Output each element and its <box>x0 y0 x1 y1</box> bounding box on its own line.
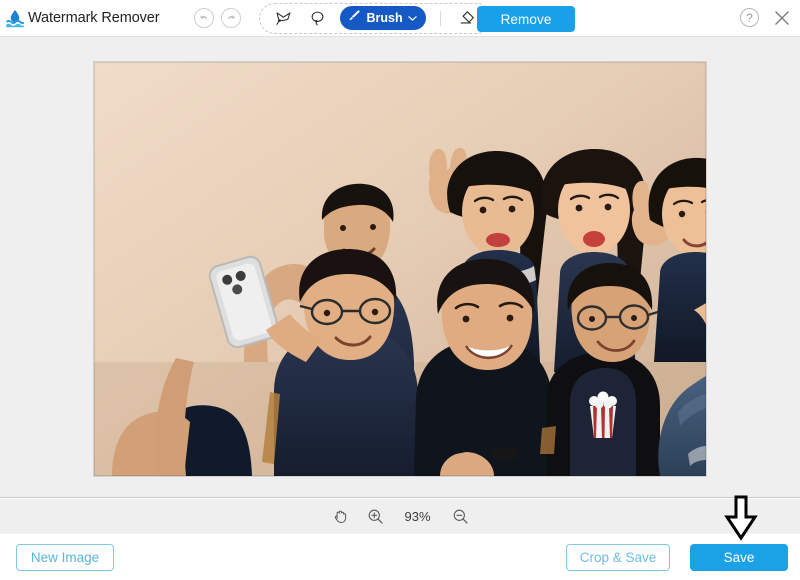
help-button[interactable]: ? <box>740 8 759 27</box>
undo-arrow-icon <box>198 12 210 24</box>
brush-label: Brush <box>366 11 403 25</box>
tool-group: Brush <box>258 2 492 34</box>
watermark-remover-window: Watermark Remover Brush Remove ? 93% New… <box>0 0 800 580</box>
polygonal-lasso-tool[interactable] <box>269 6 299 31</box>
toolbar-divider <box>439 10 441 26</box>
undo-button[interactable] <box>193 8 214 28</box>
crop-and-save-button[interactable]: Crop & Save <box>566 544 670 571</box>
question-mark-icon: ? <box>746 10 753 25</box>
zoom-toolbar: 93% <box>0 499 800 534</box>
paintbrush-icon <box>347 8 362 28</box>
zoom-in-button[interactable] <box>366 507 385 526</box>
chevron-down-icon <box>407 9 417 27</box>
redo-arrow-icon <box>225 12 237 24</box>
editor-canvas[interactable] <box>0 37 800 498</box>
remove-button[interactable]: Remove <box>477 6 575 32</box>
app-brand: Watermark Remover <box>4 7 160 29</box>
window-controls: ? <box>740 8 791 27</box>
eraser-icon <box>457 8 477 28</box>
photo-image[interactable] <box>94 62 706 476</box>
polygonal-lasso-icon <box>274 9 293 28</box>
save-button[interactable]: Save <box>690 544 788 571</box>
brush-tool-button[interactable]: Brush <box>339 6 426 30</box>
app-title: Watermark Remover <box>28 10 160 26</box>
zoom-out-button[interactable] <box>451 507 470 526</box>
freehand-lasso-tool[interactable] <box>303 6 333 31</box>
history-buttons <box>193 8 241 28</box>
footer-bar: New Image Crop & Save Save <box>0 534 800 580</box>
water-drop-wave-logo-icon <box>4 7 26 29</box>
zoom-level-value: 93% <box>404 509 431 524</box>
hand-pan-tool[interactable] <box>331 507 350 526</box>
top-toolbar: Watermark Remover Brush Remove ? <box>0 0 800 37</box>
close-button[interactable] <box>773 9 791 27</box>
freehand-lasso-icon <box>308 9 327 28</box>
redo-button[interactable] <box>220 8 241 28</box>
new-image-button[interactable]: New Image <box>16 544 114 571</box>
